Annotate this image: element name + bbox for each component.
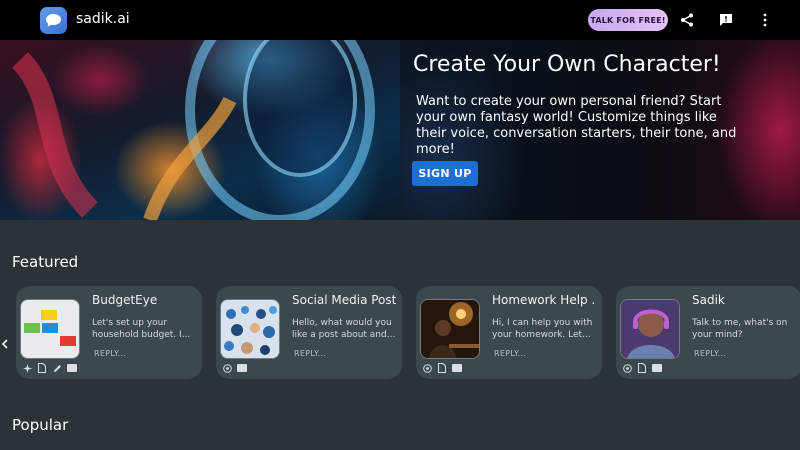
talk-for-free-button[interactable]: TALK FOR FREE! [588, 9, 668, 31]
character-description: Let's set up your household budget. I... [92, 318, 191, 340]
sign-up-button[interactable]: SIGN UP [412, 161, 478, 186]
character-card[interactable]: Social Media Post... Hello, what would y… [216, 286, 402, 379]
character-avatar [20, 299, 80, 359]
card-tags [622, 362, 662, 374]
top-bar: sadik.ai TALK FOR FREE! [0, 0, 800, 40]
featured-heading: Featured [12, 253, 79, 271]
card-tags [222, 362, 247, 374]
brand-name[interactable]: sadik.ai [76, 11, 130, 27]
card-tags [422, 362, 462, 374]
character-description: Talk to me, what's on your mind? [692, 318, 788, 340]
sparkle-icon [22, 363, 32, 373]
character-name: BudgetEye [92, 293, 158, 307]
reply-link[interactable]: REPLY... [94, 349, 126, 358]
reply-link[interactable]: REPLY... [694, 349, 726, 358]
image-icon [652, 363, 662, 373]
character-avatar [620, 299, 680, 359]
character-description: Hi, I can help you with your homework. L… [492, 318, 593, 340]
more-vert-icon[interactable] [755, 10, 775, 30]
share-icon[interactable] [677, 10, 697, 30]
image-icon [452, 363, 462, 373]
globe-icon [222, 363, 232, 373]
reply-link[interactable]: REPLY... [494, 349, 526, 358]
character-name: Homework Help ... [492, 293, 596, 307]
chat-logo-icon[interactable] [40, 7, 67, 34]
character-avatar [220, 299, 280, 359]
character-card[interactable]: Homework Help ... Hi, I can help you wit… [416, 286, 602, 379]
reply-link[interactable]: REPLY... [294, 349, 326, 358]
image-icon [237, 363, 247, 373]
character-name: Social Media Post... [292, 293, 396, 307]
document-icon [637, 363, 647, 373]
feedback-icon[interactable] [716, 10, 736, 30]
character-card[interactable]: Sadik Talk to me, what's on your mind? R… [616, 286, 800, 379]
card-tags [22, 362, 77, 374]
pencil-icon [52, 363, 62, 373]
globe-icon [622, 363, 632, 373]
popular-heading: Popular [12, 416, 69, 434]
hero-description: Want to create your own personal friend?… [416, 94, 737, 157]
chevron-left-icon[interactable] [0, 337, 10, 351]
globe-icon [422, 363, 432, 373]
hero-title: Create Your Own Character! [413, 52, 721, 77]
character-name: Sadik [692, 293, 725, 307]
document-icon [437, 363, 447, 373]
character-card[interactable]: BudgetEye Let's set up your household bu… [16, 286, 202, 379]
document-icon [37, 363, 47, 373]
hero-image [0, 40, 400, 220]
character-avatar [420, 299, 480, 359]
character-description: Hello, what would you like a post about … [292, 318, 396, 340]
image-icon [67, 363, 77, 373]
